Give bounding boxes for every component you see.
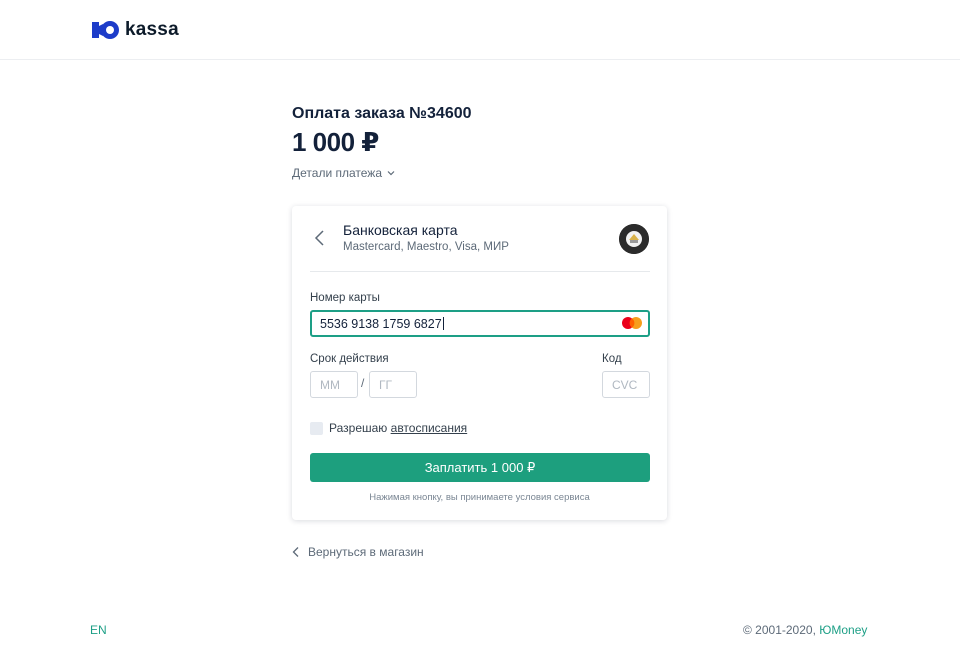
yookassa-logo-icon [92, 21, 119, 39]
card-number-value: 5536 9138 1759 6827 [320, 317, 442, 331]
copyright-text: © 2001-2020, [743, 623, 816, 637]
expiry-month-input[interactable]: ММ [310, 371, 358, 398]
card-number-label: Номер карты [310, 292, 380, 304]
terms-text: Нажимая кнопку, вы принимаете условия се… [369, 492, 590, 503]
payment-method-subtitle: Mastercard, Maestro, Visa, МИР [343, 241, 509, 253]
header: kassa [0, 0, 960, 60]
expiry-year-placeholder: ГГ [379, 378, 392, 392]
chevron-left-icon [292, 547, 299, 557]
payment-details-toggle[interactable]: Детали платежа [292, 166, 395, 180]
language-switch[interactable]: EN [90, 623, 107, 637]
payment-card: Банковская карта Mastercard, Maestro, Vi… [292, 206, 667, 520]
pay-button[interactable]: Заплатить 1 000 ₽ [310, 453, 650, 482]
chevron-left-icon[interactable] [312, 228, 328, 248]
return-label: Вернуться в магазин [308, 545, 424, 559]
expiry-year-input[interactable]: ГГ [369, 371, 417, 398]
order-amount: 1 000 ₽ [292, 127, 379, 157]
expiry-separator: / [361, 376, 365, 390]
autopay-label: Разрешаю автосписания [329, 421, 467, 435]
mastercard-icon [622, 317, 642, 329]
logo[interactable]: kassa [90, 18, 179, 42]
divider [310, 271, 650, 272]
expiry-month-placeholder: ММ [320, 378, 340, 392]
return-to-shop-link[interactable]: Вернуться в магазин [292, 545, 424, 559]
payment-details-label: Детали платежа [292, 166, 382, 180]
cvc-input[interactable]: CVC [602, 371, 650, 398]
expiry-label: Срок действия [310, 353, 389, 365]
logo-text: kassa [125, 19, 179, 40]
order-title: Оплата заказа №34600 [292, 105, 472, 122]
cvc-placeholder: CVC [612, 378, 638, 392]
cvc-label: Код [602, 353, 622, 365]
autopay-text: Разрешаю [329, 421, 388, 435]
payment-method-title: Банковская карта [343, 222, 458, 238]
autopay-checkbox[interactable] [310, 422, 323, 435]
text-caret [442, 317, 444, 330]
autopay-link[interactable]: автосписания [391, 421, 468, 435]
bank-badge-icon [619, 224, 649, 254]
copyright: © 2001-2020, ЮMoney [743, 623, 867, 637]
yoomoney-link[interactable]: ЮMoney [819, 623, 867, 637]
chevron-down-icon [387, 171, 395, 176]
card-number-input[interactable]: 5536 9138 1759 6827 [310, 310, 650, 337]
